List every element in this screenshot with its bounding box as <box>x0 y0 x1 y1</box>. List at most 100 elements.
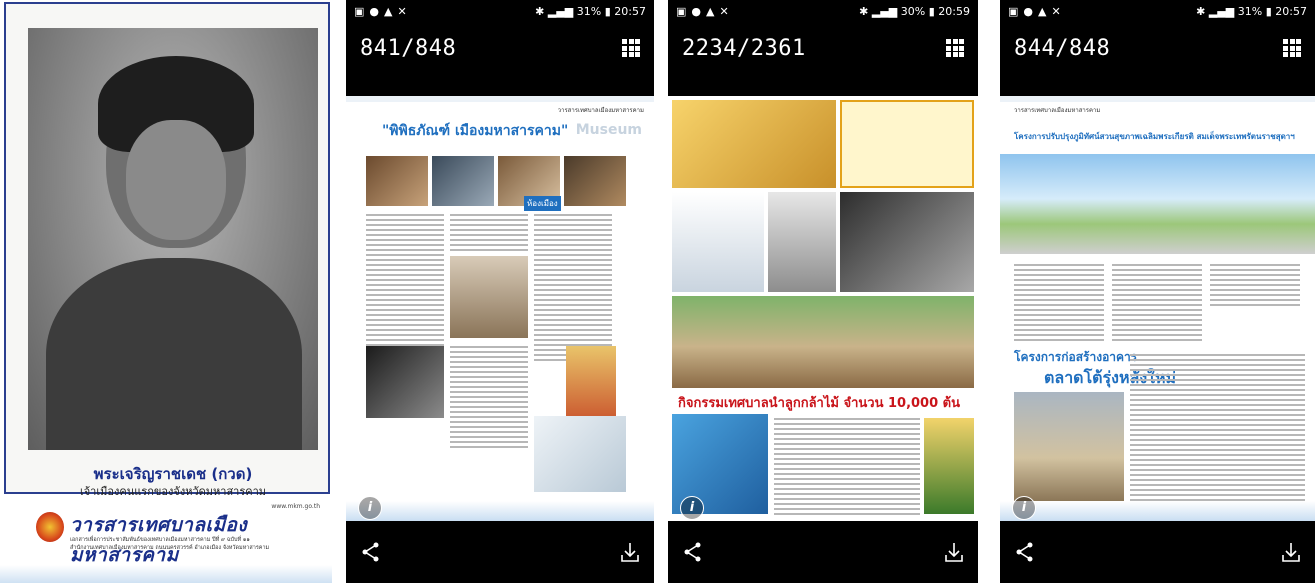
photo <box>924 418 974 514</box>
notification-icons: ▣ ● ▲ ✕ <box>676 5 729 18</box>
status-right: ✱ ▂▄▆ 31% ▮ 20:57 <box>535 5 646 18</box>
battery-percent: 31% <box>1237 4 1263 18</box>
text-column <box>774 418 920 518</box>
download-icon[interactable] <box>1281 541 1301 563</box>
bluetooth-icon: ✱ <box>535 4 545 18</box>
article-title: "พิพิธภัณฑ์ เมืองมหาสารคาม" <box>382 123 569 139</box>
warning-notification-icon: ▲ <box>706 4 715 18</box>
notification-icons: ▣ ● ▲ ✕ <box>354 5 407 18</box>
phone-viewer-3: ▣ ● ▲ ✕ ✱ ▂▄▆ 31% ▮ 20:57 844/848 วารสาร… <box>1000 0 1315 583</box>
clock: 20:57 <box>1275 4 1307 18</box>
info-icon[interactable]: i <box>1012 496 1036 520</box>
status-bar: ▣ ● ▲ ✕ ✱ ▂▄▆ 31% ▮ 20:57 <box>1000 0 1315 22</box>
page-header-label: วารสารเทศบาลเมืองมหาสารคาม <box>1014 107 1101 114</box>
gallery-notification-icon: ▣ <box>1008 4 1019 18</box>
text-column <box>1112 264 1202 344</box>
signal-icon: ▂▄▆ <box>871 4 898 18</box>
missed-call-icon: ✕ <box>719 4 729 18</box>
bluetooth-icon: ✱ <box>859 4 869 18</box>
publisher-line-1: เอกสารเพื่อการประชาสัมพันธ์ของเทศบาลเมือ… <box>70 537 250 543</box>
chat-notification-icon: ● <box>691 4 702 18</box>
photo <box>366 346 444 418</box>
battery-percent: 30% <box>900 4 926 18</box>
status-right: ✱ ▂▄▆ 31% ▮ 20:57 <box>1196 5 1307 18</box>
page-counter: 844/848 <box>1014 36 1111 61</box>
publisher-info: เอกสารเพื่อการประชาสัมพันธ์ของเทศบาลเมือ… <box>70 536 320 552</box>
info-icon[interactable]: i <box>358 496 382 520</box>
battery-icon: ▮ <box>604 4 611 18</box>
bluetooth-icon: ✱ <box>1196 4 1206 18</box>
share-icon[interactable] <box>684 542 702 562</box>
download-icon[interactable] <box>944 541 964 563</box>
share-icon[interactable] <box>1016 542 1034 562</box>
magazine-page[interactable]: วารสารเทศบาลเมืองมหาสารคาม "พิพิธภัณฑ์ เ… <box>346 96 654 521</box>
publisher-line-2: สำนักงานเทศบาลเมืองมหาสารคาม ถนนนครสวรรค… <box>70 545 270 551</box>
text-column <box>450 346 528 451</box>
gallery-notification-icon: ▣ <box>354 4 365 18</box>
share-icon[interactable] <box>362 542 380 562</box>
page-counter: 2234/2361 <box>682 36 806 61</box>
text-column <box>1130 354 1305 504</box>
photo <box>366 156 428 206</box>
viewer-toolbar: 2234/2361 <box>668 24 978 74</box>
magazine-page[interactable]: กิจกรรมเทศบาลนำลูกกล้าไม้ จำนวน 10,000 ต… <box>668 96 978 521</box>
news-textbox <box>840 100 974 188</box>
photo <box>432 156 494 206</box>
chat-notification-icon: ● <box>369 4 380 18</box>
photo <box>566 346 616 426</box>
group-photo <box>672 296 974 388</box>
magazine-page[interactable]: วารสารเทศบาลเมืองมหาสารคาม โครงการปรับปร… <box>1000 96 1315 521</box>
signal-icon: ▂▄▆ <box>547 4 574 18</box>
municipal-seal-icon <box>36 512 64 542</box>
gallery-notification-icon: ▣ <box>676 4 687 18</box>
museum-watermark: Museum <box>575 122 642 138</box>
park-rendering <box>1000 154 1315 254</box>
photo <box>672 100 836 188</box>
portrait-image <box>28 28 318 450</box>
status-right: ✱ ▂▄▆ 30% ▮ 20:59 <box>859 5 970 18</box>
battery-icon: ▮ <box>928 4 935 18</box>
grid-icon[interactable] <box>622 39 640 57</box>
photo <box>672 192 764 292</box>
clock: 20:57 <box>614 4 646 18</box>
photo <box>450 256 528 338</box>
photo <box>534 416 626 492</box>
magazine-cover: พระเจริญราชเดช (กวด) เจ้าเมืองคนแรกของจั… <box>0 0 332 583</box>
text-column <box>450 214 528 254</box>
missed-call-icon: ✕ <box>1051 4 1061 18</box>
warning-notification-icon: ▲ <box>1038 4 1047 18</box>
cover-frame: พระเจริญราชเดช (กวด) เจ้าเมืองคนแรกของจั… <box>4 2 330 498</box>
status-bar: ▣ ● ▲ ✕ ✱ ▂▄▆ 30% ▮ 20:59 <box>668 0 978 22</box>
photo <box>564 156 626 206</box>
photo <box>840 192 974 292</box>
warning-notification-icon: ▲ <box>384 4 393 18</box>
cover-url: www.mkm.go.th <box>271 503 320 510</box>
battery-icon: ▮ <box>1265 4 1272 18</box>
missed-call-icon: ✕ <box>397 4 407 18</box>
clock: 20:59 <box>938 4 970 18</box>
activity-banner: กิจกรรมเทศบาลนำลูกกล้าไม้ จำนวน 10,000 ต… <box>678 396 961 411</box>
cover-skyline <box>0 565 332 583</box>
grid-icon[interactable] <box>1283 39 1301 57</box>
phone-viewer-2: ▣ ● ▲ ✕ ✱ ▂▄▆ 30% ▮ 20:59 2234/2361 กิจก… <box>668 0 978 583</box>
page-header-label: วารสารเทศบาลเมืองมหาสารคาม <box>557 107 644 114</box>
text-column <box>1210 264 1300 309</box>
article-title: โครงการปรับปรุงภูมิทัศน์สวนสุขภาพเฉลิมพร… <box>1014 132 1295 141</box>
phone-viewer-1: ▣ ● ▲ ✕ ✱ ▂▄▆ 31% ▮ 20:57 841/848 วารสาร… <box>346 0 654 583</box>
photo-badge: ห้องเมือง <box>524 196 561 211</box>
signal-icon: ▂▄▆ <box>1208 4 1235 18</box>
construction-photo <box>1014 392 1124 502</box>
page-counter: 841/848 <box>360 36 457 61</box>
info-icon[interactable]: i <box>680 496 704 520</box>
status-bar: ▣ ● ▲ ✕ ✱ ▂▄▆ 31% ▮ 20:57 <box>346 0 654 22</box>
download-icon[interactable] <box>620 541 640 563</box>
section-title: โครงการก่อสร้างอาคาร <box>1014 350 1138 364</box>
portrait-subcaption: เจ้าเมืองคนแรกของจังหวัดมหาสารคาม <box>79 485 267 498</box>
viewer-toolbar: 844/848 <box>1000 24 1315 74</box>
text-column <box>534 214 612 364</box>
viewer-toolbar: 841/848 <box>346 24 654 74</box>
photo <box>768 192 836 292</box>
battery-percent: 31% <box>576 4 602 18</box>
grid-icon[interactable] <box>946 39 964 57</box>
chat-notification-icon: ● <box>1023 4 1034 18</box>
